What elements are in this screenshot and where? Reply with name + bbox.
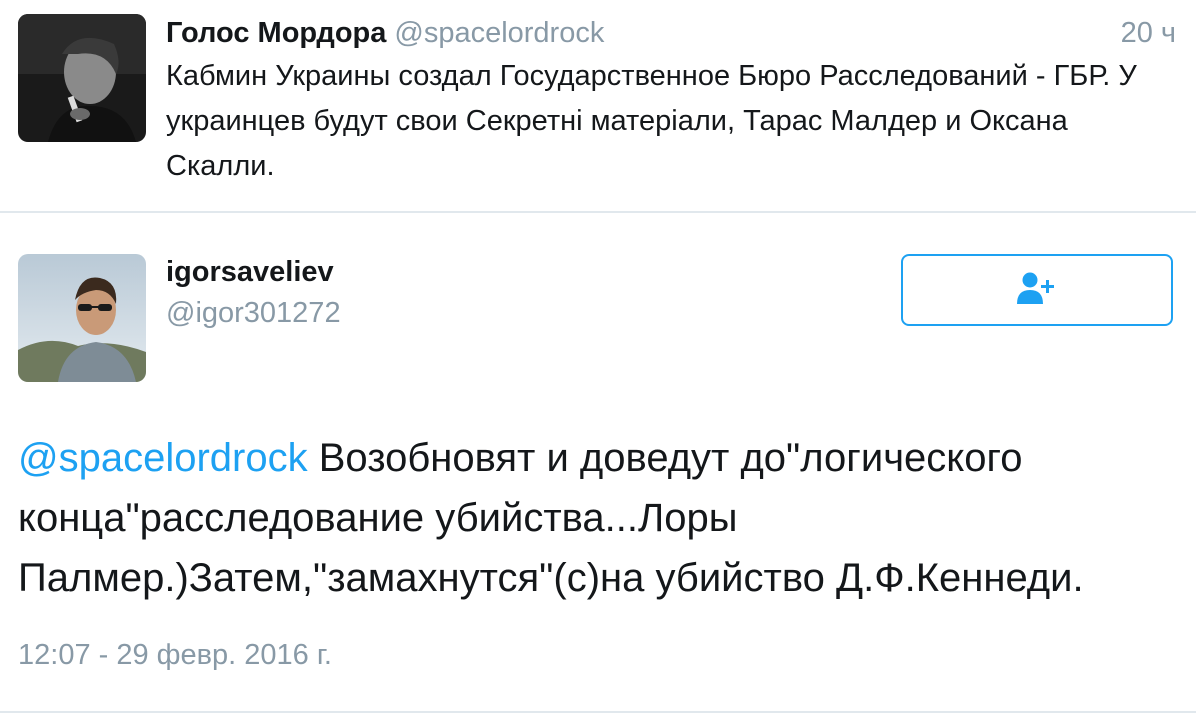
parent-tweet[interactable]: Голос Мордора @spacelordrock 20 ч Кабмин … [0, 0, 1196, 211]
follow-button[interactable] [901, 254, 1173, 326]
mention-link[interactable]: @spacelordrock [18, 436, 308, 480]
user-display-name[interactable]: igorsaveliev [166, 255, 334, 289]
user-handle[interactable]: @igor301272 [166, 296, 341, 330]
follow-user-icon [1016, 270, 1058, 311]
parent-author-avatar[interactable] [18, 14, 146, 142]
user-avatar[interactable] [18, 254, 146, 382]
divider [0, 711, 1196, 713]
parent-author-name[interactable]: Голос Мордора [166, 17, 386, 49]
parent-author-handle[interactable]: @spacelordrock [394, 17, 604, 49]
parent-tweet-text: Кабмин Украины создал Государственное Бю… [166, 60, 1137, 182]
divider [0, 211, 1196, 213]
parent-tweet-time[interactable]: 20 ч [1121, 16, 1176, 50]
tweet-timestamp[interactable]: 12:07 - 29 февр. 2016 г. [18, 638, 332, 672]
parent-tweet-header: Голос Мордора @spacelordrock 20 ч [166, 16, 1176, 50]
tweet-text: @spacelordrock Возобновят и доведут до"л… [18, 428, 1178, 608]
